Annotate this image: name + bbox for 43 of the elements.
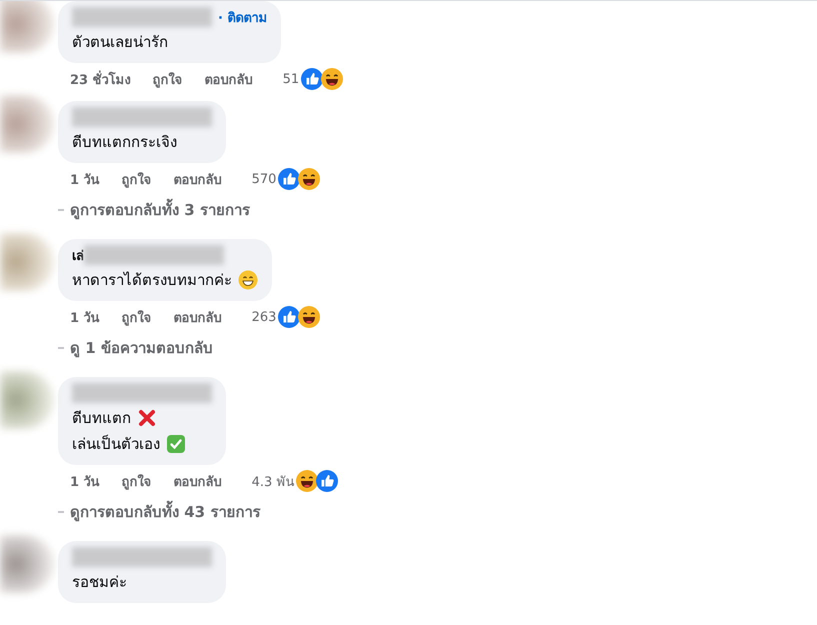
like-link[interactable]: ถูกใจ (122, 470, 152, 492)
laughing-face-icon (298, 306, 320, 328)
thumbs-up-icon (301, 68, 324, 90)
follow-link[interactable]: · ติดตาม (218, 6, 268, 28)
avatar (0, 371, 54, 429)
reply-link[interactable]: ตอบกลับ (204, 68, 253, 90)
author-name[interactable]: เล่ (72, 244, 84, 266)
view-replies-link[interactable]: ดูการตอบกลับทั้ง 43 รายการ (70, 500, 260, 524)
reaction-count[interactable]: 263 (252, 310, 276, 324)
like-link[interactable]: ถูกใจ (152, 68, 183, 90)
reaction-count[interactable]: 51 (282, 72, 300, 86)
reaction-count[interactable]: 570 (252, 172, 276, 186)
avatar (0, 1, 54, 53)
reaction-count[interactable]: 4.3 พัน (252, 470, 294, 492)
comment-text: หาดาราได้ตรงบทมากค่ะ (72, 270, 232, 291)
checkmark-icon (166, 434, 186, 454)
laughing-face-icon (298, 168, 320, 190)
timestamp[interactable]: 1 วัน (70, 168, 100, 190)
thumbs-up-icon (278, 168, 300, 190)
timestamp[interactable]: 1 วัน (70, 306, 100, 328)
laughing-face-icon (321, 68, 344, 90)
thumbs-up-icon (316, 470, 338, 492)
timestamp[interactable]: 23 ชั่วโมง (70, 68, 131, 90)
avatar (0, 95, 54, 153)
thumbs-up-icon (278, 306, 300, 328)
grinning-face-icon (238, 270, 258, 290)
avatar (0, 535, 54, 593)
reply-link[interactable]: ตอบกลับ (174, 470, 222, 492)
comment-text: ตีบทแตกกระเจิง (72, 132, 177, 153)
timestamp[interactable]: 1 วัน (70, 470, 100, 492)
like-link[interactable]: ถูกใจ (122, 168, 152, 190)
comment-text: เล่นเป็นตัวเอง (72, 434, 160, 455)
avatar (0, 233, 54, 291)
view-replies-link[interactable]: ดูการตอบกลับทั้ง 3 รายการ (70, 198, 250, 222)
reply-link[interactable]: ตอบกลับ (174, 306, 222, 328)
view-replies-link[interactable]: ดู 1 ข้อความตอบกลับ (70, 336, 213, 360)
cross-icon (137, 408, 157, 428)
reply-link[interactable]: ตอบกลับ (174, 168, 222, 190)
comment-text: ตัวตนเลยน่ารัก (72, 32, 168, 53)
like-link[interactable]: ถูกใจ (122, 306, 152, 328)
comment-text: รอชมค่ะ (72, 572, 127, 593)
comment-text: ตีบทแตก (72, 408, 131, 429)
laughing-face-icon (296, 470, 318, 492)
